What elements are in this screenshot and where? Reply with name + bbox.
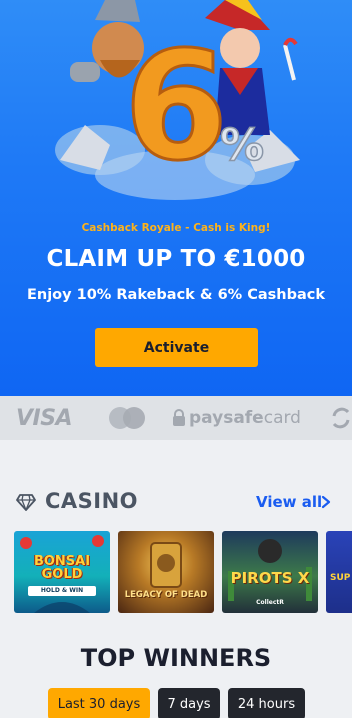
paysafecard-bold-text: paysafe xyxy=(189,408,264,428)
casino-title: CASINO xyxy=(45,489,139,513)
game-title: SUP xyxy=(330,573,351,583)
mastercard-icon xyxy=(108,396,146,440)
tab-last-30-days[interactable]: Last 30 days xyxy=(48,688,150,718)
game-subtitle: CollectR xyxy=(256,599,284,606)
chevron-right-icon[interactable] xyxy=(321,495,331,509)
casino-games-carousel: BONSAI GOLD HOLD & WIN LEGACY OF DEAD PI… xyxy=(14,531,352,613)
top-winners-title: TOP WINNERS xyxy=(80,644,272,672)
paysafecard-light-text: card xyxy=(263,408,301,428)
promo-description: Enjoy 10% Rakeback & 6% Cashback xyxy=(26,287,326,303)
tab-7-days[interactable]: 7 days xyxy=(158,688,220,718)
game-title: PIROTS X xyxy=(230,569,310,587)
more-payments-icon xyxy=(330,396,352,440)
casino-section-header: CASINO View all xyxy=(0,486,352,520)
game-tile-pirots-x[interactable]: PIROTS X CollectR xyxy=(222,531,318,613)
view-all-link[interactable]: View all xyxy=(256,493,322,511)
game-subtitle: HOLD & WIN xyxy=(28,586,96,596)
activate-button[interactable]: Activate xyxy=(95,328,258,367)
game-tile-partial[interactable]: SUP xyxy=(326,531,352,613)
diamond-icon xyxy=(16,494,36,511)
promo-hero: 6 % Cashback Royale - Cash is King! CLAI… xyxy=(0,0,352,396)
game-tile-bonsai-gold[interactable]: BONSAI GOLD HOLD & WIN xyxy=(14,531,110,613)
promo-subtitle: Cashback Royale - Cash is King! xyxy=(81,222,271,234)
visa-logo: VISA xyxy=(16,405,73,431)
game-title: LEGACY OF DEAD xyxy=(124,590,208,600)
paysafecard-logo: paysafe card xyxy=(172,396,301,440)
promo-illustration: 6 % xyxy=(55,0,300,200)
promo-title: CLAIM UP TO €1000 xyxy=(46,246,306,272)
svg-text:6: 6 xyxy=(124,20,228,194)
payment-methods-strip: VISA paysafe card xyxy=(0,396,352,440)
game-tile-legacy-of-dead[interactable]: LEGACY OF DEAD xyxy=(118,531,214,613)
svg-text:%: % xyxy=(220,120,264,171)
game-title: BONSAI GOLD xyxy=(33,554,91,582)
tab-24-hours[interactable]: 24 hours xyxy=(228,688,305,718)
